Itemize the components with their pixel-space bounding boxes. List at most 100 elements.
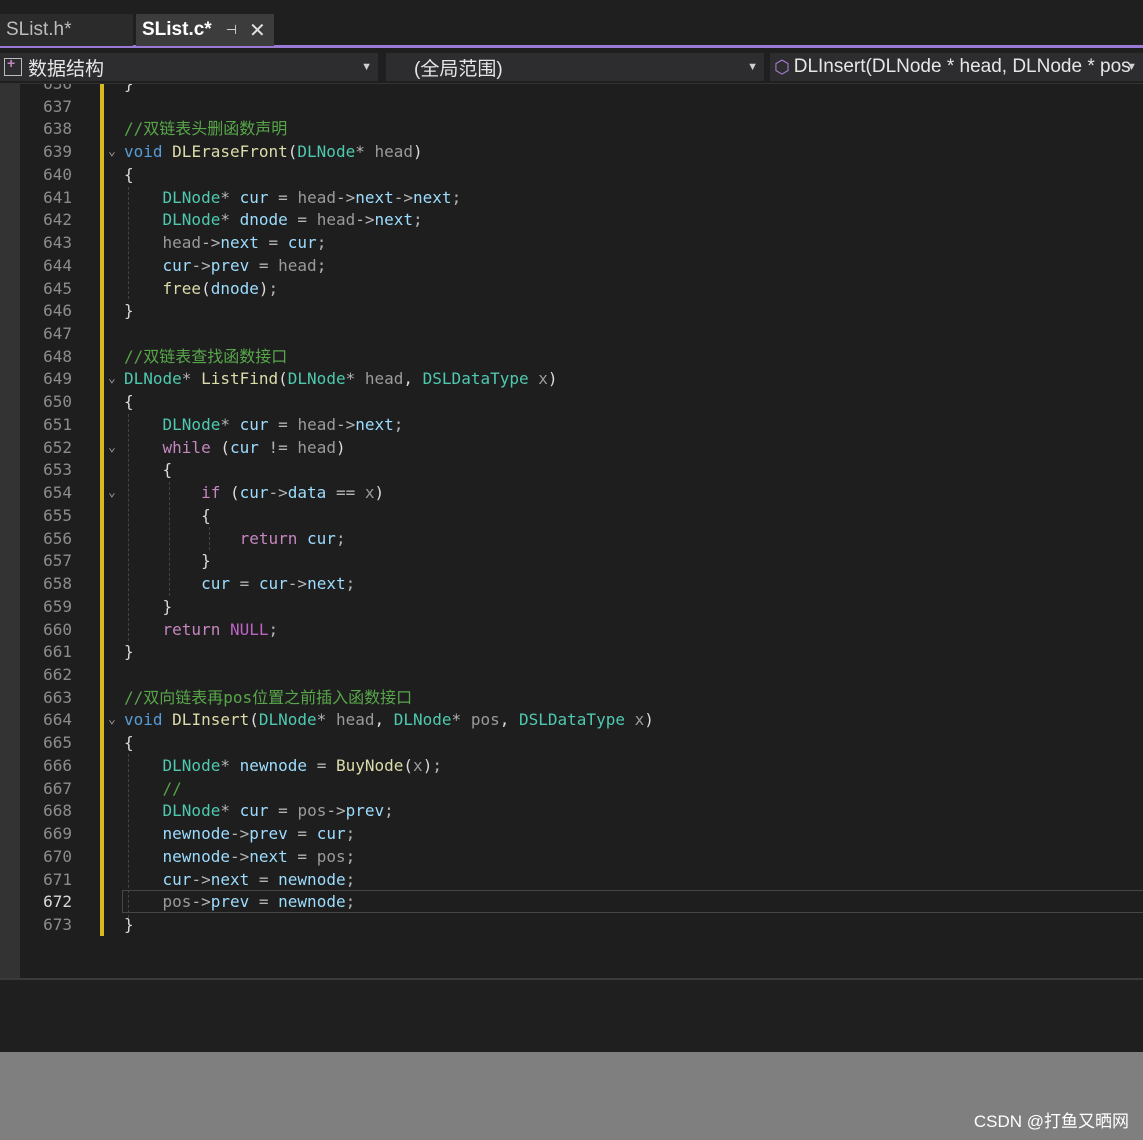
- code-line[interactable]: 639 ⌄ void DLEraseFront(DLNode* head): [0, 140, 1143, 163]
- line-number: 649: [43, 369, 72, 389]
- line-number: 651: [43, 414, 72, 434]
- member-dropdown[interactable]: ⬡ DLInsert(DLNode * head, DLNode * pos ▼: [770, 53, 1143, 81]
- fold-chevron-icon[interactable]: ⌄: [108, 367, 116, 390]
- code-text: //双链表头删函数声明: [124, 119, 288, 139]
- tab-slist-h[interactable]: SList.h*: [0, 14, 133, 46]
- code-text: head->next = cur;: [162, 233, 327, 253]
- code-line[interactable]: 661}: [0, 640, 1143, 663]
- code-line[interactable]: 642 DLNode* dnode = head->next;: [0, 208, 1143, 231]
- code-line[interactable]: 640 {: [0, 163, 1143, 186]
- code-text: {: [124, 460, 173, 480]
- code-text: }: [124, 301, 134, 321]
- code-line[interactable]: 664 ⌄ void DLInsert(DLNode* head, DLNode* …: [0, 708, 1143, 731]
- code-line[interactable]: 643 head->next = cur;: [0, 231, 1143, 254]
- code-line[interactable]: 660 return NULL;: [0, 618, 1143, 641]
- code-line[interactable]: 645 free(dnode);: [0, 277, 1143, 300]
- watermark: CSDN @打鱼又晒网: [973, 1112, 1129, 1131]
- line-number: 640: [43, 164, 72, 184]
- tab-label: SList.h*: [6, 19, 72, 40]
- chevron-down-icon: ▼: [1126, 61, 1137, 73]
- code-line[interactable]: 636}: [0, 84, 1143, 95]
- line-number: 644: [43, 255, 72, 275]
- code-editor[interactable]: 636}637638//双链表头删函数声明639⌄void DLEraseFro…: [0, 84, 1143, 978]
- code-line[interactable]: 655 {: [0, 504, 1143, 527]
- code-text: cur->next = newnode;: [162, 869, 356, 889]
- code-text: }: [124, 915, 134, 934]
- line-number: 670: [43, 846, 72, 866]
- code-line[interactable]: 667 //: [0, 777, 1143, 800]
- fold-chevron-icon[interactable]: ⌄: [108, 436, 116, 459]
- navigation-bar: 数据结构 ▼ (全局范围) ▼ ⬡ DLInsert(DLNode * head…: [0, 51, 1143, 84]
- code-line[interactable]: 656 return cur;: [0, 527, 1143, 550]
- code-line[interactable]: 669 newnode->prev = cur;: [0, 822, 1143, 845]
- code-line[interactable]: 665 {: [0, 731, 1143, 754]
- line-number: 643: [43, 233, 72, 253]
- code-text: DLNode* dnode = head->next;: [162, 210, 423, 230]
- line-number: 650: [43, 392, 72, 412]
- code-line[interactable]: 649 ⌄ DLNode* ListFind(DLNode* head, DSLDa…: [0, 367, 1143, 390]
- code-line[interactable]: 658 cur = cur->next;: [0, 572, 1143, 595]
- scope-dropdown[interactable]: (全局范围) ▼: [386, 53, 764, 81]
- project-dropdown[interactable]: 数据结构 ▼: [0, 53, 378, 81]
- line-number: 638: [43, 119, 72, 139]
- fold-chevron-icon[interactable]: ⌄: [108, 708, 116, 731]
- line-number: 665: [43, 733, 72, 753]
- line-number: 661: [43, 642, 72, 662]
- bottom-panel: [0, 978, 1143, 1054]
- line-number: 646: [43, 301, 72, 321]
- code-text: void DLEraseFront(DLNode* head): [124, 142, 423, 162]
- code-line[interactable]: 651 DLNode* cur = head->next;: [0, 413, 1143, 436]
- line-number: 654: [43, 483, 72, 503]
- code-text: cur = cur->next;: [201, 574, 356, 594]
- chevron-down-icon: ▼: [361, 61, 372, 73]
- line-number: 658: [43, 574, 72, 594]
- code-line[interactable]: 662: [0, 663, 1143, 686]
- line-number: 636: [20, 84, 72, 95]
- code-text: //双链表查找函数接口: [124, 346, 288, 366]
- code-text: {: [124, 392, 134, 412]
- code-line[interactable]: 646}: [0, 299, 1143, 322]
- fold-chevron-icon[interactable]: ⌄: [108, 140, 116, 163]
- code-line[interactable]: 652 ⌄ while (cur != head): [0, 436, 1143, 459]
- code-line[interactable]: 641 DLNode* cur = head->next->next;: [0, 186, 1143, 209]
- code-line[interactable]: 668 DLNode* cur = pos->prev;: [0, 799, 1143, 822]
- line-number: 652: [43, 437, 72, 457]
- code-text: DLNode* cur = head->next;: [162, 414, 404, 434]
- code-text: void DLInsert(DLNode* head, DLNode* pos,…: [124, 710, 654, 730]
- code-text: DLNode* cur = head->next->next;: [162, 187, 462, 207]
- code-line[interactable]: 647: [0, 322, 1143, 345]
- document-tab-bar: SList.h* SList.c* ⊣ ✕: [0, 0, 1143, 48]
- code-text: DLNode* cur = pos->prev;: [162, 801, 394, 821]
- code-line[interactable]: 650 {: [0, 390, 1143, 413]
- code-line[interactable]: 637: [0, 95, 1143, 118]
- line-number: 645: [43, 278, 72, 298]
- fold-chevron-icon[interactable]: ⌄: [108, 481, 116, 504]
- line-number: 637: [43, 96, 72, 116]
- code-line[interactable]: 657 }: [0, 549, 1143, 572]
- code-text: DLNode* ListFind(DLNode* head, DSLDataTy…: [124, 369, 558, 389]
- line-number: 642: [43, 210, 72, 230]
- tab-label: SList.c*: [142, 19, 212, 40]
- line-number: 666: [43, 755, 72, 775]
- code-text: }: [124, 551, 211, 571]
- code-line[interactable]: 653 {: [0, 458, 1143, 481]
- code-line[interactable]: 648 //双链表查找函数接口: [0, 345, 1143, 368]
- code-text: pos->prev = newnode;: [162, 892, 356, 912]
- line-number: 668: [43, 801, 72, 821]
- code-line[interactable]: 672 pos->prev = newnode;: [0, 890, 1143, 914]
- pin-icon[interactable]: ⊣: [226, 22, 237, 38]
- code-line[interactable]: 666 DLNode* newnode = BuyNode(x);: [0, 754, 1143, 777]
- code-text: return NULL;: [162, 619, 279, 639]
- code-line[interactable]: 673}: [0, 913, 1143, 936]
- close-icon[interactable]: ✕: [249, 18, 266, 43]
- code-line[interactable]: 671 cur->next = newnode;: [0, 868, 1143, 891]
- code-text: DLNode* newnode = BuyNode(x);: [162, 755, 442, 775]
- line-number: 673: [43, 915, 72, 934]
- code-line[interactable]: 663 //双向链表再pos位置之前插入函数接口: [0, 686, 1143, 709]
- tab-slist-c[interactable]: SList.c* ⊣ ✕: [136, 14, 274, 46]
- code-line[interactable]: 654 ⌄ if (cur->data == x): [0, 481, 1143, 504]
- code-line[interactable]: 644 cur->prev = head;: [0, 254, 1143, 277]
- code-line[interactable]: 659 }: [0, 595, 1143, 618]
- code-line[interactable]: 670 newnode->next = pos;: [0, 845, 1143, 868]
- code-line[interactable]: 638 //双链表头删函数声明: [0, 117, 1143, 140]
